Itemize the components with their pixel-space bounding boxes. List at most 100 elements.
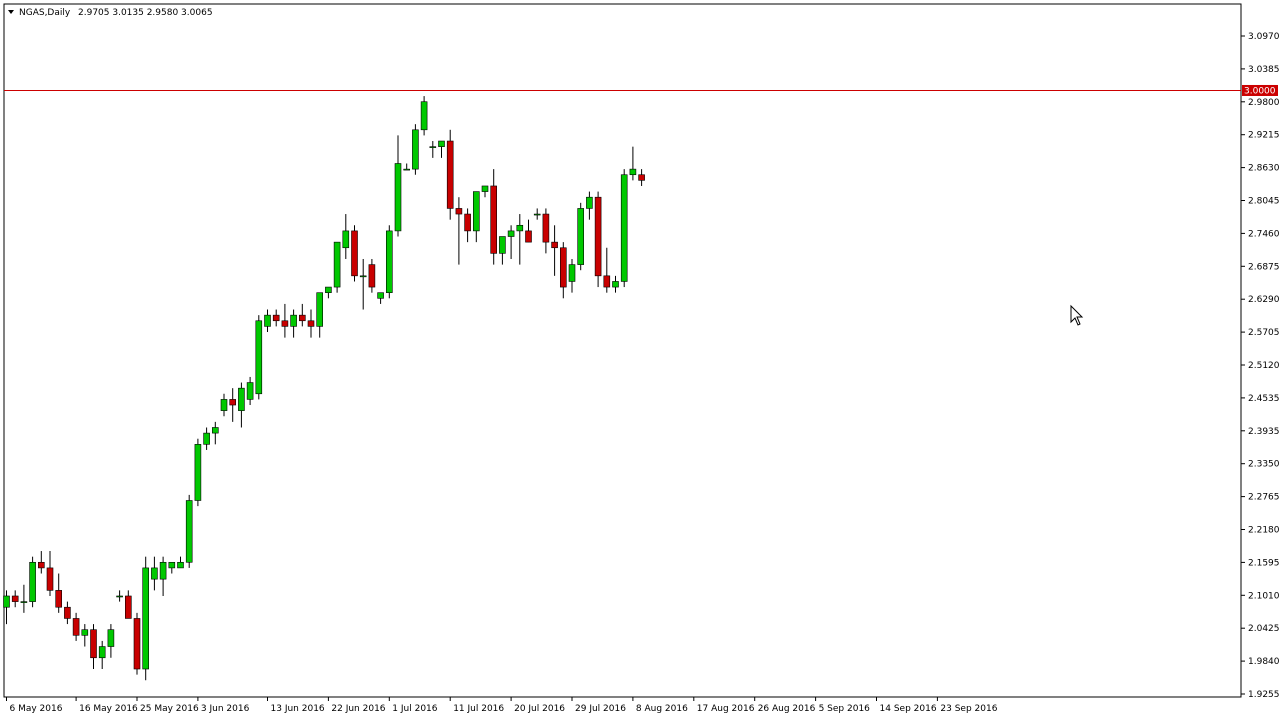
bull-candle-body bbox=[194, 444, 202, 501]
bear-candle-body bbox=[455, 208, 463, 215]
bear-candle-body bbox=[351, 230, 358, 277]
candle bbox=[351, 225, 358, 282]
bear-candle-body bbox=[64, 606, 71, 619]
bull-candle-body bbox=[429, 146, 437, 148]
x-tick-label: 1 Jul 2016 bbox=[392, 704, 437, 714]
time-axis: 6 May 2016 16 May 2016 25 May 2016 3 Jun 20… bbox=[6, 697, 998, 714]
bull-candle-body bbox=[385, 230, 393, 293]
candle bbox=[620, 169, 628, 288]
candle bbox=[185, 494, 193, 568]
x-tick-label: 8 Aug 2016 bbox=[636, 704, 688, 714]
bull-candle-body bbox=[255, 320, 263, 395]
y-tick-label: 2.9800 bbox=[1248, 98, 1280, 108]
bull-candle-body bbox=[577, 208, 585, 265]
ohlc-values: 2.9705 3.0135 2.9580 3.0065 bbox=[78, 8, 213, 18]
bull-candle-body bbox=[177, 561, 184, 569]
bull-candle-body bbox=[612, 281, 619, 288]
bull-candle-body bbox=[394, 163, 402, 232]
y-tick-label: 1.9840 bbox=[1248, 657, 1280, 667]
candle bbox=[412, 124, 419, 175]
bear-candle-body bbox=[37, 561, 45, 569]
bull-candle-body bbox=[116, 595, 123, 598]
bull-candle-body bbox=[629, 168, 637, 176]
bull-candle-body bbox=[168, 561, 176, 569]
plot-area-frame bbox=[3, 3, 1242, 698]
bear-candle-body bbox=[525, 230, 532, 243]
bull-candle-body bbox=[246, 382, 254, 400]
bear-candle-body bbox=[551, 241, 558, 249]
candlestick-chart: 3.0970 3.0385 2.9800 2.9215 2.8630 2.8045 2.74… bbox=[3, 3, 1280, 714]
symbol-label: NGAS,Daily bbox=[19, 8, 71, 18]
bull-candle-body bbox=[20, 601, 28, 603]
bull-candle-body bbox=[29, 561, 36, 602]
x-tick-label: 13 Jun 2016 bbox=[271, 704, 325, 714]
y-tick-label: 2.3935 bbox=[1248, 427, 1280, 437]
chart-title: NGAS,Daily 2.9705 3.0135 2.9580 3.0065 bbox=[8, 8, 213, 18]
bull-candle-body bbox=[568, 264, 576, 282]
current-price-label: 3.0000 bbox=[1244, 86, 1276, 96]
y-tick-label: 2.1595 bbox=[1248, 558, 1280, 568]
x-tick-label: 5 Sep 2016 bbox=[819, 704, 871, 714]
bull-candle-body bbox=[342, 230, 350, 249]
bull-candle-body bbox=[516, 224, 524, 232]
x-tick-label: 25 May 2016 bbox=[140, 704, 199, 714]
x-tick-label: 14 Sep 2016 bbox=[880, 704, 937, 714]
y-tick-label: 2.6290 bbox=[1248, 295, 1280, 305]
bear-candle-body bbox=[46, 567, 54, 591]
y-tick-label: 2.3350 bbox=[1248, 460, 1280, 470]
bull-candle-body bbox=[412, 129, 419, 170]
y-tick-label: 2.9215 bbox=[1248, 131, 1280, 141]
y-tick-label: 1.9255 bbox=[1248, 690, 1280, 700]
bull-candle-body bbox=[159, 561, 167, 580]
bear-candle-body bbox=[307, 320, 315, 327]
y-tick-label: 2.4535 bbox=[1248, 394, 1280, 404]
candle bbox=[385, 225, 393, 299]
y-tick-label: 2.8045 bbox=[1248, 197, 1280, 207]
candle bbox=[446, 129, 454, 220]
bull-candle-body bbox=[403, 168, 411, 171]
bull-candle-body bbox=[325, 286, 332, 293]
candle bbox=[29, 556, 36, 608]
x-tick-label: 16 May 2016 bbox=[79, 704, 138, 714]
candle bbox=[142, 556, 149, 681]
bear-candle-body bbox=[368, 264, 376, 288]
x-tick-label: 17 Aug 2016 bbox=[697, 704, 755, 714]
x-tick-label: 22 Jun 2016 bbox=[331, 704, 385, 714]
bull-candle-body bbox=[359, 275, 367, 278]
bull-candle-body bbox=[420, 101, 428, 131]
bull-candle-body bbox=[533, 213, 541, 216]
bull-candle-body bbox=[264, 314, 271, 327]
bull-candle-body bbox=[81, 629, 89, 636]
bear-candle-body bbox=[125, 595, 132, 619]
bull-candle-body bbox=[151, 567, 158, 580]
candle bbox=[420, 96, 428, 136]
bull-candle-body bbox=[142, 567, 149, 670]
candle bbox=[577, 202, 585, 271]
y-tick-label: 3.0385 bbox=[1248, 65, 1280, 75]
x-tick-label: 3 Jun 2016 bbox=[201, 704, 250, 714]
candle bbox=[594, 191, 602, 288]
x-tick-label: 20 Jul 2016 bbox=[514, 704, 565, 714]
bear-candle-body bbox=[55, 590, 63, 608]
bear-candle-body bbox=[559, 247, 567, 288]
candle bbox=[194, 438, 202, 507]
y-tick-label: 2.0425 bbox=[1248, 624, 1280, 634]
y-tick-label: 2.6875 bbox=[1248, 262, 1280, 272]
x-tick-label: 6 May 2016 bbox=[10, 704, 63, 714]
bear-candle-body bbox=[90, 629, 97, 659]
x-tick-label: 11 Jul 2016 bbox=[453, 704, 504, 714]
bear-candle-body bbox=[542, 213, 550, 243]
y-tick-label: 2.5705 bbox=[1248, 328, 1280, 338]
bull-candle-body bbox=[185, 500, 193, 563]
bull-candle-body bbox=[316, 292, 324, 327]
y-tick-label: 2.5120 bbox=[1248, 361, 1280, 371]
y-tick-label: 2.7460 bbox=[1248, 229, 1280, 239]
x-tick-label: 26 Aug 2016 bbox=[758, 704, 816, 714]
y-tick-label: 3.0970 bbox=[1248, 32, 1280, 42]
bull-candle-body bbox=[377, 292, 384, 299]
y-tick-label: 2.2765 bbox=[1248, 493, 1280, 503]
y-tick-label: 2.8630 bbox=[1248, 164, 1280, 174]
candle bbox=[333, 241, 341, 293]
bull-candle-body bbox=[212, 427, 219, 434]
bull-candle-body bbox=[620, 174, 628, 282]
